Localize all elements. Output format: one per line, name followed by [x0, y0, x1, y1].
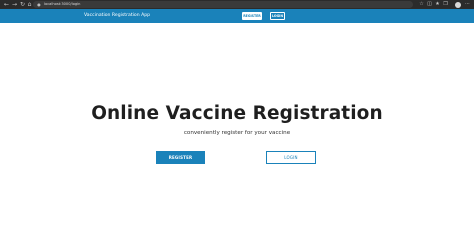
star-icon[interactable]: ☆: [418, 1, 425, 8]
hero-subtitle: conveniently register for your vaccine: [183, 130, 291, 136]
hero-title: Online Vaccine Registration: [91, 103, 383, 124]
register-button[interactable]: REGISTER: [156, 151, 205, 164]
login-button[interactable]: LOGIN: [266, 151, 316, 164]
collections-icon[interactable]: ❐: [442, 1, 449, 8]
browser-toolbar: ← → ↻ ⌂ ● localhost:3000/login ☆ ◫ ★ ❐ ⋯: [0, 0, 474, 9]
profile-icon[interactable]: [455, 1, 461, 8]
nav-register-button[interactable]: REGISTER: [242, 12, 262, 20]
back-icon[interactable]: ←: [3, 1, 10, 8]
more-icon[interactable]: ⋯: [464, 1, 471, 8]
split-screen-icon[interactable]: ◫: [426, 1, 433, 8]
lock-icon[interactable]: ●: [36, 2, 42, 8]
nav-login-button[interactable]: LOGIN: [270, 12, 285, 20]
url-text[interactable]: localhost:3000/login: [44, 1, 80, 8]
reload-icon[interactable]: ↻: [19, 1, 26, 8]
address-bar[interactable]: ● localhost:3000/login: [33, 1, 413, 8]
forward-icon[interactable]: →: [11, 1, 18, 8]
app-title[interactable]: Vaccination Registration App: [84, 9, 150, 23]
app-navbar: Vaccination Registration App REGISTER LO…: [0, 9, 474, 23]
home-icon[interactable]: ⌂: [26, 1, 33, 8]
favorites-icon[interactable]: ★: [434, 1, 441, 8]
